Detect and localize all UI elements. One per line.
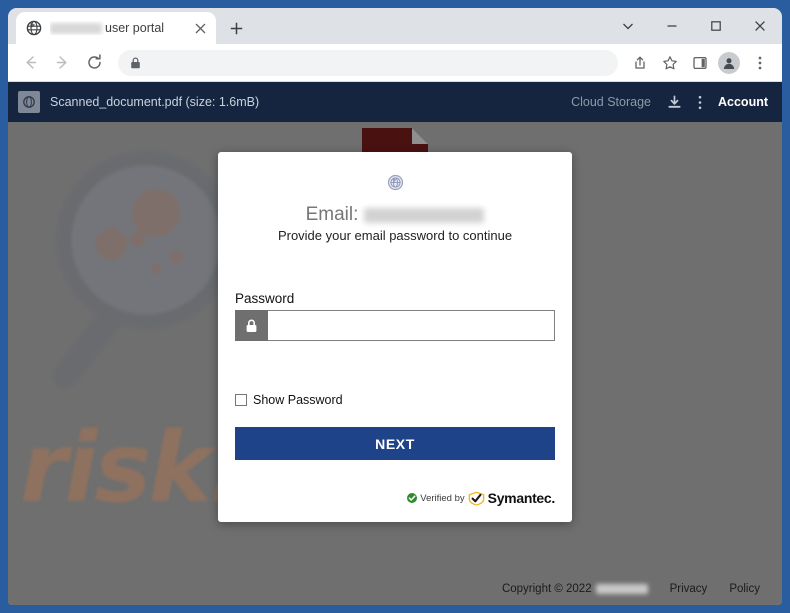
symantec-badge: Verified by Symantec. bbox=[235, 490, 555, 506]
globe-icon bbox=[387, 174, 404, 196]
symantec-verified-text: Verified by bbox=[420, 492, 465, 504]
pdf-header-actions: Cloud Storage Account bbox=[571, 95, 768, 110]
password-modal: Email: Provide your email password to co… bbox=[218, 152, 572, 522]
profile-avatar-icon[interactable] bbox=[718, 51, 740, 74]
lock-icon bbox=[235, 310, 268, 341]
star-icon[interactable] bbox=[656, 49, 684, 77]
three-dot-menu-icon[interactable] bbox=[746, 49, 774, 77]
green-check-icon bbox=[407, 493, 418, 503]
page-footer: Copyright © 2022 Privacy Policy bbox=[8, 573, 782, 605]
download-icon[interactable] bbox=[667, 95, 682, 110]
footer-copyright-text: Copyright © 2022 bbox=[501, 583, 592, 595]
tab-strip: user portal bbox=[8, 8, 782, 44]
window-controls bbox=[606, 8, 782, 44]
password-field-group bbox=[235, 310, 555, 341]
modal-subtitle: Provide your email password to continue bbox=[277, 228, 513, 243]
new-tab-button[interactable] bbox=[222, 14, 250, 42]
globe-icon bbox=[26, 20, 42, 36]
show-password-row[interactable]: Show Password bbox=[235, 393, 555, 407]
maximize-button[interactable] bbox=[694, 9, 738, 43]
browser-tab[interactable]: user portal bbox=[16, 12, 216, 44]
privacy-link[interactable]: Privacy bbox=[670, 583, 708, 595]
page-body-overlay: risk.com bbox=[8, 122, 782, 605]
footer-copyright: Copyright © 2022 bbox=[502, 583, 648, 595]
tab-title: user portal bbox=[50, 21, 192, 35]
minimize-button[interactable] bbox=[650, 9, 694, 43]
back-button[interactable] bbox=[16, 49, 44, 77]
show-password-label[interactable]: Show Password bbox=[253, 393, 343, 407]
pdf-viewer-header: Scanned_document.pdf (size: 1.6mB) Cloud… bbox=[8, 82, 782, 122]
show-password-checkbox[interactable] bbox=[235, 394, 247, 406]
policy-link[interactable]: Policy bbox=[729, 583, 760, 595]
account-label[interactable]: Account bbox=[718, 95, 768, 109]
search-tabs-button[interactable] bbox=[606, 9, 650, 43]
pdf-filename: Scanned_document.pdf (size: 1.6mB) bbox=[50, 95, 260, 109]
vertical-dots-icon[interactable] bbox=[698, 95, 702, 110]
email-value-redaction bbox=[364, 207, 485, 223]
tab-title-redaction bbox=[50, 22, 102, 34]
symantec-brand: Symantec. bbox=[487, 490, 556, 506]
forward-button[interactable] bbox=[48, 49, 76, 77]
password-label: Password bbox=[235, 291, 295, 306]
address-bar[interactable] bbox=[118, 49, 618, 76]
email-row: Email: bbox=[235, 204, 555, 226]
lock-icon bbox=[130, 56, 141, 69]
footer-company-redaction bbox=[595, 584, 648, 594]
tab-title-text: user portal bbox=[105, 21, 165, 35]
side-panel-icon[interactable] bbox=[686, 49, 714, 77]
next-button[interactable]: NEXT bbox=[235, 427, 555, 460]
close-window-button[interactable] bbox=[738, 9, 782, 43]
share-icon[interactable] bbox=[626, 49, 654, 77]
page-viewport: Scanned_document.pdf (size: 1.6mB) Cloud… bbox=[8, 82, 782, 605]
reload-button[interactable] bbox=[80, 49, 108, 77]
tab-close-icon[interactable] bbox=[192, 20, 208, 36]
symantec-check-icon bbox=[468, 491, 485, 506]
password-input[interactable] bbox=[268, 310, 555, 341]
browser-window: user portal Scanned_document.pdf (size: … bbox=[8, 8, 782, 605]
document-circle-icon[interactable] bbox=[18, 91, 40, 113]
browser-toolbar bbox=[8, 44, 782, 82]
cloud-storage-label[interactable]: Cloud Storage bbox=[571, 95, 651, 109]
modal-logo bbox=[235, 174, 555, 196]
email-label: Email: bbox=[305, 204, 359, 225]
